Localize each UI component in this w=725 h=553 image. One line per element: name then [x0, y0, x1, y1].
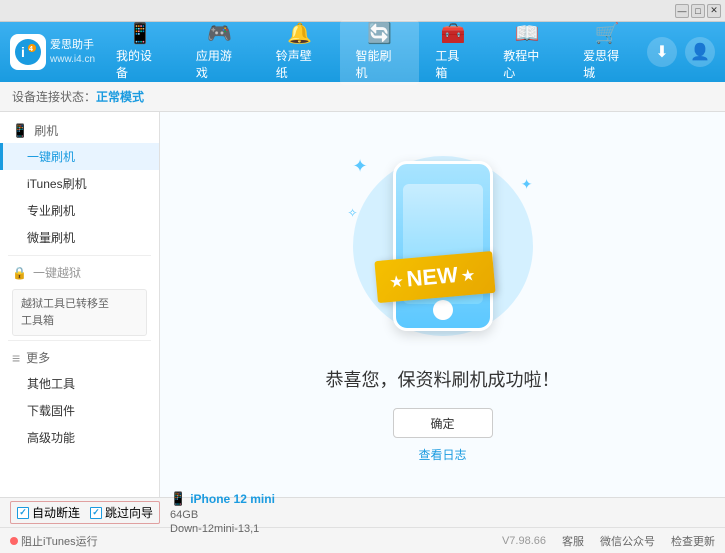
success-illustration: NEW ✦ ✦ ✧ [343, 146, 543, 346]
nav-item-ringtone[interactable]: 🔔铃声壁纸 [260, 20, 340, 85]
device-name: iPhone 12 mini [190, 492, 275, 506]
status-label: 设备连接状态： [12, 88, 96, 105]
sidebar-item-upgrade-flash[interactable]: 微量刷机 [0, 224, 159, 251]
update-link[interactable]: 检查更新 [671, 533, 715, 549]
more-icon: ≡ [12, 350, 20, 366]
phone-icon: 📱 [170, 491, 186, 507]
sidebar-group-flash[interactable]: 📱 刷机 [0, 118, 159, 143]
confirm-button[interactable]: 确定 [393, 408, 493, 438]
user-button[interactable]: 👤 [685, 37, 715, 67]
download-button[interactable]: ⬇ [647, 37, 677, 67]
phone-home-button [433, 300, 453, 320]
view-log-link[interactable]: 查看日志 [418, 446, 466, 463]
wechat-link[interactable]: 微信公众号 [600, 533, 655, 549]
nav-item-tutorial[interactable]: 📖教程中心 [487, 20, 567, 85]
sidebar-item-download-firmware[interactable]: 下载固件 [0, 397, 159, 424]
nav-item-apps-games[interactable]: 🎮应用游戏 [180, 20, 260, 85]
nav-item-smart-flash[interactable]: 🔄智能刷机 [340, 20, 420, 85]
toolbox-icon: 🧰 [441, 24, 466, 44]
idol-city-icon: 🛒 [595, 24, 620, 44]
itunes-status: 阻止iTunes运行 [10, 533, 98, 549]
nav-items: 📱我的设备🎮应用游戏🔔铃声壁纸🔄智能刷机🧰工具箱📖教程中心🛒爱思得城 [100, 20, 647, 85]
status-value: 正常模式 [96, 88, 144, 105]
sparkle-2-icon: ✦ [521, 176, 533, 193]
close-button[interactable]: ✕ [707, 4, 721, 18]
content-area: NEW ✦ ✦ ✧ 恭喜您，保资料刷机成功啦！ 确定 查看日志 [160, 112, 725, 497]
main-layout: 📱 刷机 一键刷机 iTunes刷机 专业刷机 微量刷机 🔒 一键越狱 越狱工具… [0, 112, 725, 497]
sidebar-item-advanced[interactable]: 高级功能 [0, 424, 159, 451]
auto-disconnect-checkbox[interactable]: 自动断连 [17, 504, 80, 521]
nav-item-toolbox[interactable]: 🧰工具箱 [419, 20, 487, 85]
nav-item-idol-city[interactable]: 🛒爱思得城 [567, 20, 647, 85]
status-bar: 阻止iTunes运行 V7.98.66 客服 微信公众号 检查更新 [0, 528, 725, 553]
success-title: 恭喜您，保资料刷机成功啦！ [326, 366, 560, 392]
logo-text: 爱思助手 www.i4.cn [50, 38, 95, 65]
sparkle-1-icon: ✦ [353, 156, 368, 177]
top-nav: i 4 爱思助手 www.i4.cn 📱我的设备🎮应用游戏🔔铃声壁纸🔄智能刷机🧰… [0, 22, 725, 82]
phone-shape: NEW [393, 161, 493, 331]
my-device-icon: 📱 [127, 24, 152, 44]
checkbox-container: 自动断连 跳过向导 [10, 501, 160, 524]
svg-text:i: i [21, 44, 25, 60]
sidebar-group-jailbreak: 🔒 一键越狱 [0, 260, 159, 285]
auto-disconnect-checkmark [17, 507, 29, 519]
sidebar-group-more: ≡ 更多 [0, 345, 159, 370]
phone-wrapper: NEW [393, 161, 493, 331]
nav-right: ⬇ 👤 [647, 37, 715, 67]
sparkle-3-icon: ✧ [348, 206, 358, 220]
nav-item-my-device[interactable]: 📱我的设备 [100, 20, 180, 85]
sidebar-item-other-tools[interactable]: 其他工具 [0, 370, 159, 397]
sidebar-item-pro-flash[interactable]: 专业刷机 [0, 197, 159, 224]
service-link[interactable]: 客服 [562, 533, 584, 549]
sidebar-divider-1 [8, 255, 151, 256]
flash-group-icon: 📱 [12, 123, 28, 139]
bottom-middle-row: 自动断连 跳过向导 📱 iPhone 12 mini 64GB Down-12m… [0, 498, 725, 528]
sub-header: 设备连接状态： 正常模式 [0, 82, 725, 112]
sidebar-section-flash: 📱 刷机 一键刷机 iTunes刷机 专业刷机 微量刷机 🔒 一键越狱 越狱工具… [0, 112, 159, 457]
minimize-button[interactable]: — [675, 4, 689, 18]
sidebar-item-one-key-flash[interactable]: 一键刷机 [0, 143, 159, 170]
apps-games-icon: 🎮 [207, 24, 232, 44]
skip-wizard-checkmark [90, 507, 102, 519]
stop-icon [10, 537, 18, 545]
maximize-button[interactable]: □ [691, 4, 705, 18]
smart-flash-icon: 🔄 [367, 24, 392, 44]
sidebar: 📱 刷机 一键刷机 iTunes刷机 专业刷机 微量刷机 🔒 一键越狱 越狱工具… [0, 112, 160, 497]
ringtone-icon: 🔔 [287, 24, 312, 44]
sidebar-divider-2 [8, 340, 151, 341]
device-storage: 64GB [170, 509, 198, 521]
sidebar-item-itunes-flash[interactable]: iTunes刷机 [0, 170, 159, 197]
bottom-container: 自动断连 跳过向导 📱 iPhone 12 mini 64GB Down-12m… [0, 497, 725, 553]
svg-text:4: 4 [29, 46, 33, 53]
tutorial-icon: 📖 [515, 24, 540, 44]
logo: i 4 爱思助手 www.i4.cn [10, 34, 100, 70]
sidebar-jailbreak-note: 越狱工具已转移至 工具箱 [12, 289, 147, 336]
logo-icon: i 4 [10, 34, 46, 70]
skip-wizard-checkbox[interactable]: 跳过向导 [90, 504, 153, 521]
